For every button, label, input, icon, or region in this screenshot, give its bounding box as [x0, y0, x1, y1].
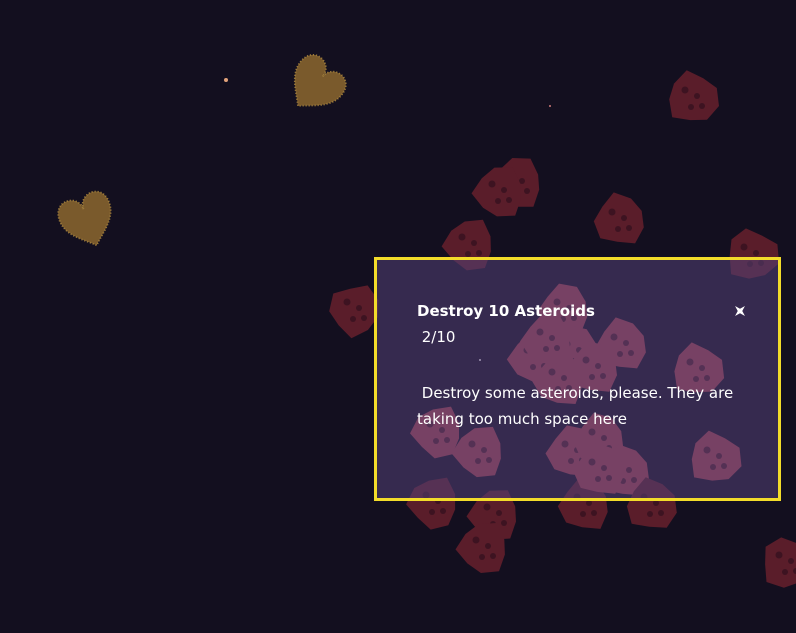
heart-pickup[interactable]: [54, 188, 121, 255]
quest-title: Destroy 10 Asteroids: [417, 302, 595, 320]
asteroid[interactable]: [669, 70, 719, 121]
asteroid[interactable]: [593, 192, 644, 244]
asteroid[interactable]: [765, 537, 796, 588]
quest-description: Destroy some asteroids, please. They are…: [417, 384, 738, 428]
star: [549, 105, 551, 107]
close-icon[interactable]: [733, 304, 747, 318]
heart-pickup[interactable]: [278, 49, 352, 122]
asteroid[interactable]: [329, 285, 379, 339]
star: [224, 78, 228, 82]
asteroid[interactable]: [471, 167, 522, 217]
game-canvas[interactable]: Destroy 10 Asteroids 2/10 Destroy some a…: [0, 0, 796, 633]
asteroid[interactable]: [455, 523, 505, 573]
quest-panel: Destroy 10 Asteroids 2/10 Destroy some a…: [374, 257, 781, 501]
quest-progress: 2/10: [417, 328, 456, 346]
